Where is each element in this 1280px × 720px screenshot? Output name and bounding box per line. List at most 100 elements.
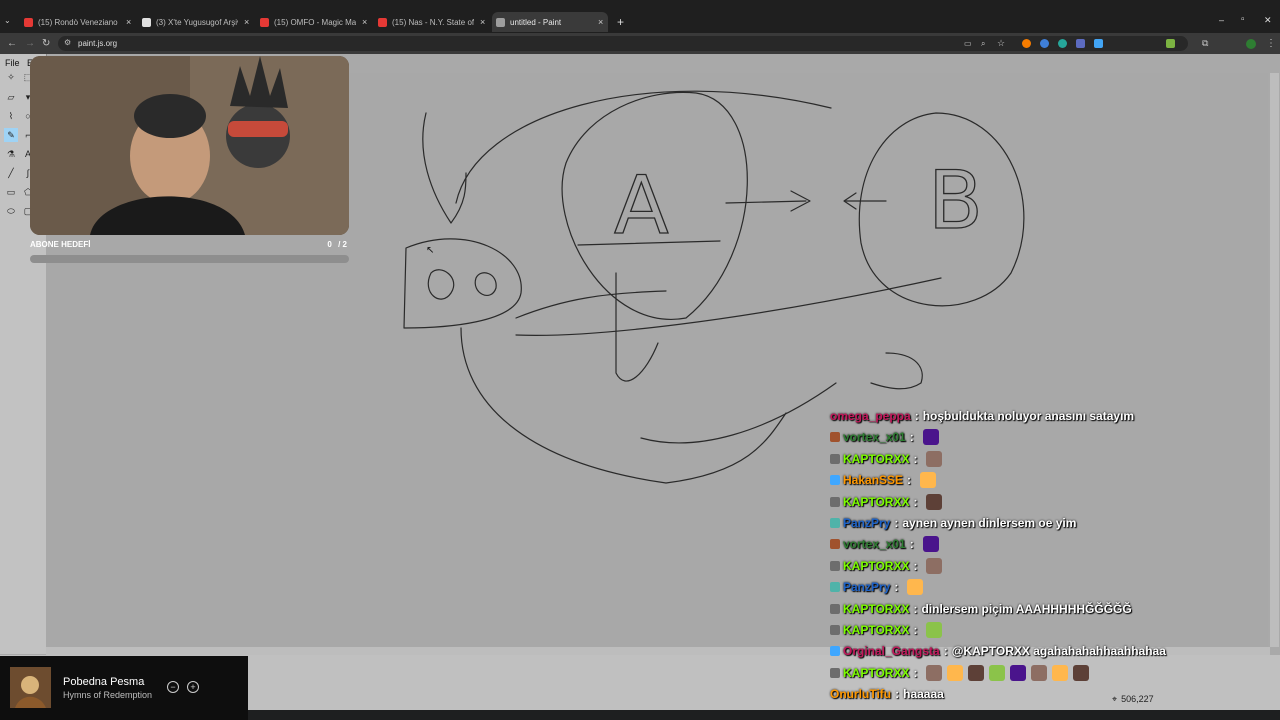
chat-message: KAPTORXX: — [830, 620, 943, 640]
sub-goal-label: ABONE HEDEFİ — [30, 240, 91, 249]
chat-emote-icon — [1010, 664, 1027, 681]
chat-badge-icon — [830, 646, 840, 657]
sub-goal-count: 0 / 2 — [327, 240, 347, 249]
tab-label: (15) Nas - N.Y. State of Mind ( — [392, 17, 474, 27]
chat-text: dinlersem piçim AAAHHHHHĞĞĞĞĞ — [921, 601, 1132, 616]
album-art — [10, 667, 51, 708]
color-picker-icon[interactable]: ⌇ — [4, 109, 18, 123]
tab[interactable]: (3) X'te Yugusugof Arşivi: "oooo × — [138, 12, 254, 32]
reload-icon[interactable]: ↻ — [42, 33, 50, 54]
chat-username[interactable]: KAPTORXX — [843, 620, 909, 640]
chat-separator: : — [894, 580, 899, 595]
coords-icon: ⌖ — [1112, 694, 1118, 704]
install-app-icon[interactable]: ▭ — [964, 33, 972, 54]
track-artist: Hymns of Redemption — [63, 690, 153, 700]
sketch-arrow-a-b — [725, 190, 811, 212]
extension-icon-3[interactable] — [1058, 39, 1067, 48]
tab-favicon — [260, 17, 269, 27]
extension-icon-4[interactable] — [1076, 39, 1085, 48]
tab[interactable]: untitled - Paint × — [492, 12, 608, 32]
menu-file[interactable]: File — [5, 58, 20, 68]
tab-label: (3) X'te Yugusugof Arşivi: "oooo — [156, 17, 238, 27]
chat-badge-icon — [830, 582, 840, 593]
chat-username[interactable]: OnurluTifu — [830, 684, 891, 704]
line-icon[interactable]: ╱ — [4, 166, 18, 180]
chat-text: haaaaa — [903, 687, 944, 702]
chat-message: Orginal_Gangsta: @KAPTORXX agahahahahhaah… — [830, 641, 1166, 661]
new-tab-button[interactable]: + — [617, 15, 624, 29]
eraser-icon[interactable]: ▱ — [4, 90, 18, 104]
extension-icon-1[interactable] — [1022, 39, 1031, 48]
restore-button[interactable]: ▫ — [1241, 14, 1245, 25]
chat-message: vortex_x01: — [830, 534, 939, 554]
chat-username[interactable]: KAPTORXX — [843, 492, 909, 512]
tab[interactable]: (15) Rondò Veneziano - La Sere × — [20, 12, 136, 32]
chat-username[interactable]: omega_peppa — [830, 406, 911, 426]
profile-avatar[interactable] — [1246, 39, 1256, 49]
tab-label: untitled - Paint — [510, 17, 562, 27]
back-icon[interactable]: ← — [7, 33, 17, 54]
chat-username[interactable]: KAPTORXX — [843, 663, 909, 683]
zoom-icon[interactable]: ⌕ — [981, 33, 985, 54]
tab-close-icon[interactable]: × — [480, 17, 485, 27]
minus-icon[interactable]: − — [167, 681, 179, 693]
cursor-icon: ↖ — [426, 245, 434, 256]
chat-username[interactable]: vortex_x01 — [843, 534, 906, 554]
chat-emote-icon — [1073, 664, 1090, 681]
chat-separator: : — [913, 451, 918, 466]
minimize-button[interactable]: – — [1219, 15, 1224, 25]
chat-emote-icon — [989, 664, 1006, 681]
site-info-icon[interactable]: ⚙ — [64, 38, 71, 47]
extension-icon-5[interactable] — [1094, 39, 1103, 48]
tab-close-icon[interactable]: × — [598, 17, 603, 27]
chat-emote-icon — [922, 536, 939, 553]
extension-icon-6[interactable] — [1166, 39, 1175, 48]
chat-username[interactable]: PanzPry — [843, 513, 890, 533]
airbrush-icon[interactable]: ⚗ — [4, 147, 18, 161]
tab[interactable]: (15) OMFO - Magic Mamaliga (× — [256, 12, 372, 32]
chat-username[interactable]: vortex_x01 — [843, 427, 906, 447]
chat-emote-icon — [926, 622, 943, 638]
chat-message: vortex_x01: — [830, 427, 939, 447]
tab-close-icon[interactable]: × — [362, 17, 367, 27]
sketch-arrow-b-a — [843, 192, 887, 210]
address-bar[interactable]: paint.js.org — [58, 36, 1188, 51]
window-close-button[interactable]: ✕ — [1264, 15, 1272, 26]
tab-close-icon[interactable]: × — [126, 17, 131, 27]
extensions-puzzle-icon[interactable]: ⧉ — [1202, 33, 1208, 54]
chat-emote-icon — [922, 429, 939, 446]
tab-close-icon[interactable]: × — [244, 17, 249, 27]
chat-username[interactable]: HakanSSE — [843, 470, 903, 490]
webcam-overlay — [30, 56, 349, 235]
chat-username[interactable]: KAPTORXX — [843, 556, 909, 576]
chat-emote-icon — [1031, 664, 1048, 681]
ellipse-icon[interactable]: ⬭ — [4, 204, 18, 218]
tab-search-button[interactable]: ⌄ — [4, 16, 16, 28]
tab[interactable]: (15) Nas - N.Y. State of Mind ( × — [374, 12, 490, 32]
chat-badge-icon — [830, 539, 840, 550]
vertical-scrollbar[interactable] — [1270, 73, 1279, 647]
chat-separator: : — [907, 473, 912, 488]
chat-username[interactable]: KAPTORXX — [843, 449, 909, 469]
chat-text: hoşbuldukta noluyor anasını satayım — [922, 409, 1135, 423]
rectangle-icon[interactable]: ▭ — [4, 185, 18, 199]
chat-message: KAPTORXX: dinlersem piçim AAAHHHHHĞĞĞĞĞ — [830, 599, 1132, 619]
chat-separator: : — [913, 665, 918, 680]
sketch-right-arrow — [870, 352, 923, 390]
forward-icon[interactable]: → — [25, 33, 35, 54]
chat-message: PanzPry: aynen aynen dinlersem oe yim — [830, 513, 1076, 533]
menu-kebab-icon[interactable]: ⋮ — [1266, 33, 1276, 54]
chat-badge-icon — [830, 518, 840, 528]
chat-badge-icon — [830, 496, 840, 507]
extension-icon-2[interactable] — [1040, 39, 1049, 48]
track-title: Pobedna Pesma — [63, 676, 145, 688]
chat-separator: : — [943, 644, 948, 659]
chat-username[interactable]: Orginal_Gangsta — [843, 641, 940, 661]
pencil-icon[interactable]: ✎ — [4, 128, 18, 142]
chat-username[interactable]: PanzPry — [843, 577, 890, 597]
plus-icon[interactable]: + — [187, 681, 199, 693]
free-select-icon[interactable]: ✧ — [4, 70, 18, 84]
bookmark-star-icon[interactable]: ☆ — [997, 33, 1005, 54]
chat-username[interactable]: KAPTORXX — [843, 599, 909, 619]
sketch-eye-left — [427, 269, 455, 300]
